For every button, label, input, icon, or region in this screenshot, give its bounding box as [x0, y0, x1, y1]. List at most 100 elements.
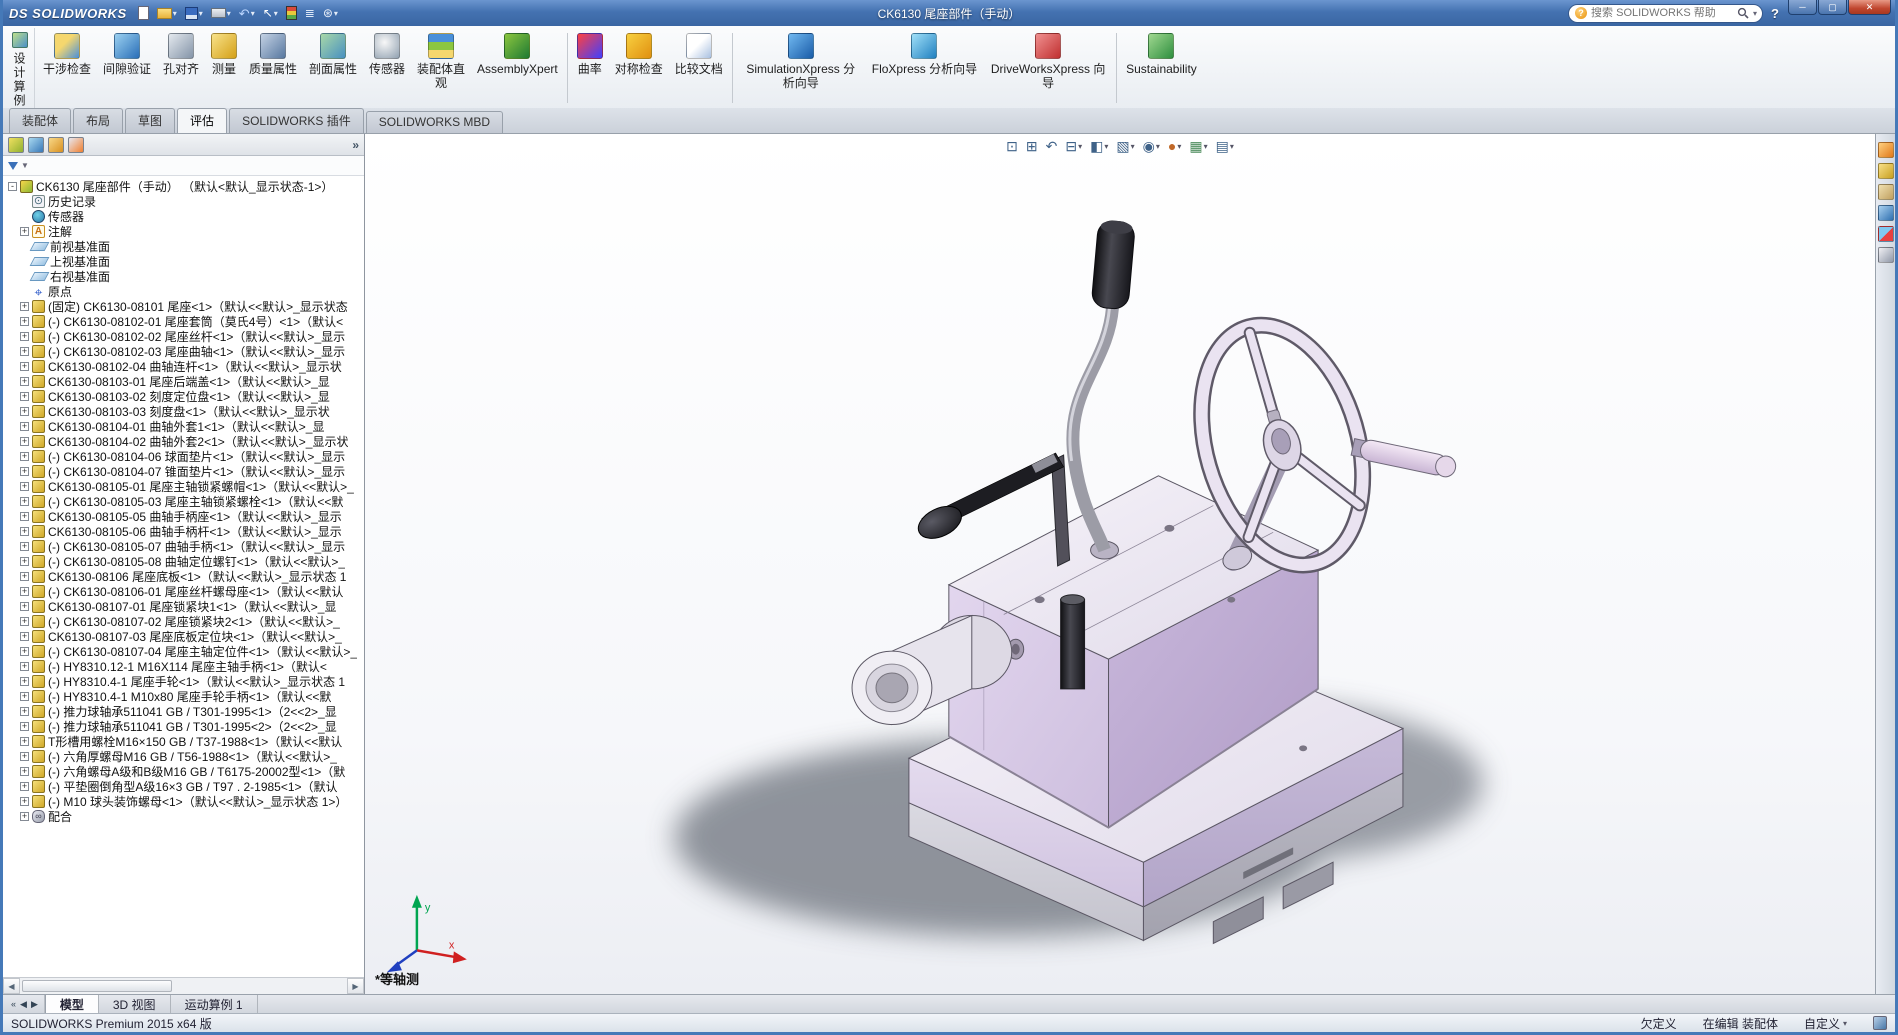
scroll-right-button[interactable]: [347, 978, 364, 994]
quick-tool-button[interactable]: ▾: [260, 6, 281, 20]
expand-icon[interactable]: +: [20, 542, 29, 551]
expand-icon[interactable]: +: [20, 482, 29, 491]
hide-show-items-button[interactable]: ▾: [1140, 137, 1163, 155]
tree-item[interactable]: + (-) 六角螺母A级和B级M16 GB / T6175-20002型<1>（…: [6, 764, 364, 779]
dropdown-caret-icon[interactable]: ▾: [1078, 142, 1082, 151]
section-properties-button[interactable]: 剖面属性: [303, 28, 363, 108]
tab-solidworks-addins[interactable]: SOLIDWORKS 插件: [229, 108, 364, 133]
tab-scroll-icon[interactable]: «: [11, 999, 16, 1009]
dropdown-caret-icon[interactable]: ▾: [227, 9, 231, 18]
quick-tool-button[interactable]: [302, 6, 318, 20]
tree-item[interactable]: + (-) CK6130-08102-03 尾座曲轴<1>（默认<<默认>_显示: [6, 344, 364, 359]
tree-item[interactable]: + (-) CK6130-08102-02 尾座丝杆<1>（默认<<默认>_显示: [6, 329, 364, 344]
floxpress-wizard-button[interactable]: FloXpress 分析向导: [866, 28, 983, 108]
quick-tool-button[interactable]: ▾: [182, 6, 206, 21]
dropdown-caret-icon[interactable]: ▾: [1230, 142, 1234, 151]
expand-icon[interactable]: +: [20, 572, 29, 581]
tab-model[interactable]: 模型: [45, 995, 99, 1013]
quick-tool-button[interactable]: ▾: [154, 7, 180, 20]
tree-item[interactable]: + (-) CK6130-08105-03 尾座主轴锁紧螺栓<1>（默认<<默: [6, 494, 364, 509]
expand-icon[interactable]: +: [20, 347, 29, 356]
expand-icon[interactable]: +: [20, 647, 29, 656]
tree-item[interactable]: + (-) CK6130-08106-01 尾座丝杆螺母座<1>（默认<<默认: [6, 584, 364, 599]
measure-button[interactable]: 测量: [205, 28, 243, 108]
dropdown-caret-icon[interactable]: ▾: [1156, 142, 1160, 151]
expand-icon[interactable]: +: [20, 557, 29, 566]
tree-item[interactable]: 右视基准面: [6, 269, 364, 284]
expand-icon[interactable]: +: [20, 782, 29, 791]
expand-icon[interactable]: +: [20, 677, 29, 686]
tree-item[interactable]: + T形槽用螺栓M16×150 GB / T37-1988<1>（默认<<默认: [6, 734, 364, 749]
view-palette-icon[interactable]: [1878, 205, 1894, 221]
search-input[interactable]: [1591, 7, 1733, 19]
scroll-left-button[interactable]: [3, 978, 20, 994]
tree-item[interactable]: + CK6130-08103-02 刻度定位盘<1>（默认<<默认>_显: [6, 389, 364, 404]
expand-icon[interactable]: +: [20, 377, 29, 386]
tree-item[interactable]: + (-) HY8310.12-1 M16X114 尾座主轴手柄<1>（默认<: [6, 659, 364, 674]
status-item[interactable]: 欠定义: [1641, 1015, 1677, 1032]
dropdown-caret-icon[interactable]: ▾: [274, 9, 278, 18]
tab-layout[interactable]: 布局: [73, 108, 123, 133]
mass-properties-button[interactable]: 质量属性: [243, 28, 303, 108]
tab-3d-views[interactable]: 3D 视图: [99, 995, 171, 1013]
tree-item[interactable]: + CK6130-08104-02 曲轴外套2<1>（默认<<默认>_显示状: [6, 434, 364, 449]
tree-item[interactable]: + (-) 推力球轴承511041 GB / T301-1995<2>（2<<2…: [6, 719, 364, 734]
tree-item[interactable]: + (固定) CK6130-08101 尾座<1>（默认<<默认>_显示状态: [6, 299, 364, 314]
expand-icon[interactable]: +: [20, 422, 29, 431]
locking-screw[interactable]: [1061, 595, 1085, 689]
filter-caret-icon[interactable]: ▼: [21, 161, 29, 170]
expand-icon[interactable]: +: [20, 797, 29, 806]
tree-item[interactable]: + (-) CK6130-08104-07 锥面垫片<1>（默认<<默认>_显示: [6, 464, 364, 479]
tree-item[interactable]: + (-) 平垫圈倒角型A级16×3 GB / T97 . 2-1985<1>（…: [6, 779, 364, 794]
dropdown-caret-icon[interactable]: ▾: [1843, 1019, 1847, 1028]
dropdown-caret-icon[interactable]: ▾: [251, 9, 255, 18]
scrollbar-thumb[interactable]: [22, 980, 172, 992]
expand-icon[interactable]: +: [20, 527, 29, 536]
symmetry-check-button[interactable]: 对称检查: [609, 28, 669, 108]
simulationxpress-wizard-button[interactable]: SimulationXpress 分析向导: [736, 28, 866, 108]
tree-item[interactable]: + (-) CK6130-08105-08 曲轴定位螺钉<1>（默认<<默认>_: [6, 554, 364, 569]
expand-icon[interactable]: +: [20, 407, 29, 416]
tree-item[interactable]: + (-) 六角厚螺母M16 GB / T56-1988<1>（默认<<默认>_: [6, 749, 364, 764]
tree-item[interactable]: + CK6130-08105-06 曲轴手柄杆<1>（默认<<默认>_显示: [6, 524, 364, 539]
interference-detection-button[interactable]: 干涉检查: [37, 28, 97, 108]
tree-item[interactable]: + (-) M10 球头装饰螺母<1>（默认<<默认>_显示状态 1>）: [6, 794, 364, 809]
dropdown-caret-icon[interactable]: ▾: [173, 9, 177, 18]
tree-item[interactable]: 前视基准面: [6, 239, 364, 254]
orientation-triad[interactable]: y x: [387, 895, 467, 972]
clearance-verification-button[interactable]: 间隙验证: [97, 28, 157, 108]
expand-icon[interactable]: +: [20, 512, 29, 521]
tree-item[interactable]: + (-) CK6130-08104-06 球面垫片<1>（默认<<默认>_显示: [6, 449, 364, 464]
tree-item[interactable]: 原点: [6, 284, 364, 299]
expand-icon[interactable]: +: [20, 662, 29, 671]
tree-item[interactable]: + (-) HY8310.4-1 M10x80 尾座手轮手柄<1>（默认<<默: [6, 689, 364, 704]
tree-item[interactable]: + CK6130-08104-01 曲轴外套1<1>（默认<<默认>_显: [6, 419, 364, 434]
tree-item[interactable]: + CK6130-08106 尾座底板<1>（默认<<默认>_显示状态 1: [6, 569, 364, 584]
displaymanager-tab[interactable]: [68, 137, 84, 153]
tree-item[interactable]: + (-) CK6130-08102-01 尾座套筒（莫氏4号）<1>（默认<: [6, 314, 364, 329]
status-item[interactable]: 在编辑 装配体: [1703, 1015, 1778, 1032]
design-study-button[interactable]: 设计算例: [5, 28, 35, 108]
tab-evaluate[interactable]: 评估: [177, 108, 227, 133]
sustainability-button[interactable]: Sustainability: [1120, 28, 1203, 108]
configurationmanager-tab[interactable]: [48, 137, 64, 153]
tree-item[interactable]: + CK6130-08107-01 尾座锁紧块1<1>（默认<<默认>_显: [6, 599, 364, 614]
quick-tool-button[interactable]: ▾: [208, 7, 234, 19]
tree-item[interactable]: + CK6130-08105-05 曲轴手柄座<1>（默认<<默认>_显示: [6, 509, 364, 524]
dropdown-caret-icon[interactable]: ▾: [334, 9, 338, 18]
expand-icon[interactable]: +: [20, 812, 29, 821]
edit-appearance-button[interactable]: ▾: [1165, 137, 1184, 155]
tree-item[interactable]: + (-) 推力球轴承511041 GB / T301-1995<1>（2<<2…: [6, 704, 364, 719]
tab-scroll-icon[interactable]: ▶: [31, 999, 38, 1010]
expand-icon[interactable]: +: [20, 752, 29, 761]
sensor-button[interactable]: 传感器: [363, 28, 411, 108]
expand-icon[interactable]: +: [20, 302, 29, 311]
section-view-button[interactable]: ▾: [1062, 137, 1085, 155]
quick-tool-button[interactable]: [283, 5, 300, 21]
crank-knob[interactable]: [1091, 219, 1135, 310]
tab-scroll-icon[interactable]: ◀: [20, 999, 27, 1010]
tree-item[interactable]: + CK6130-08103-03 刻度盘<1>（默认<<默认>_显示状: [6, 404, 364, 419]
tree-item[interactable]: + CK6130-08102-04 曲轴连杆<1>（默认<<默认>_显示状: [6, 359, 364, 374]
expand-icon[interactable]: +: [20, 737, 29, 746]
expand-icon[interactable]: +: [20, 362, 29, 371]
